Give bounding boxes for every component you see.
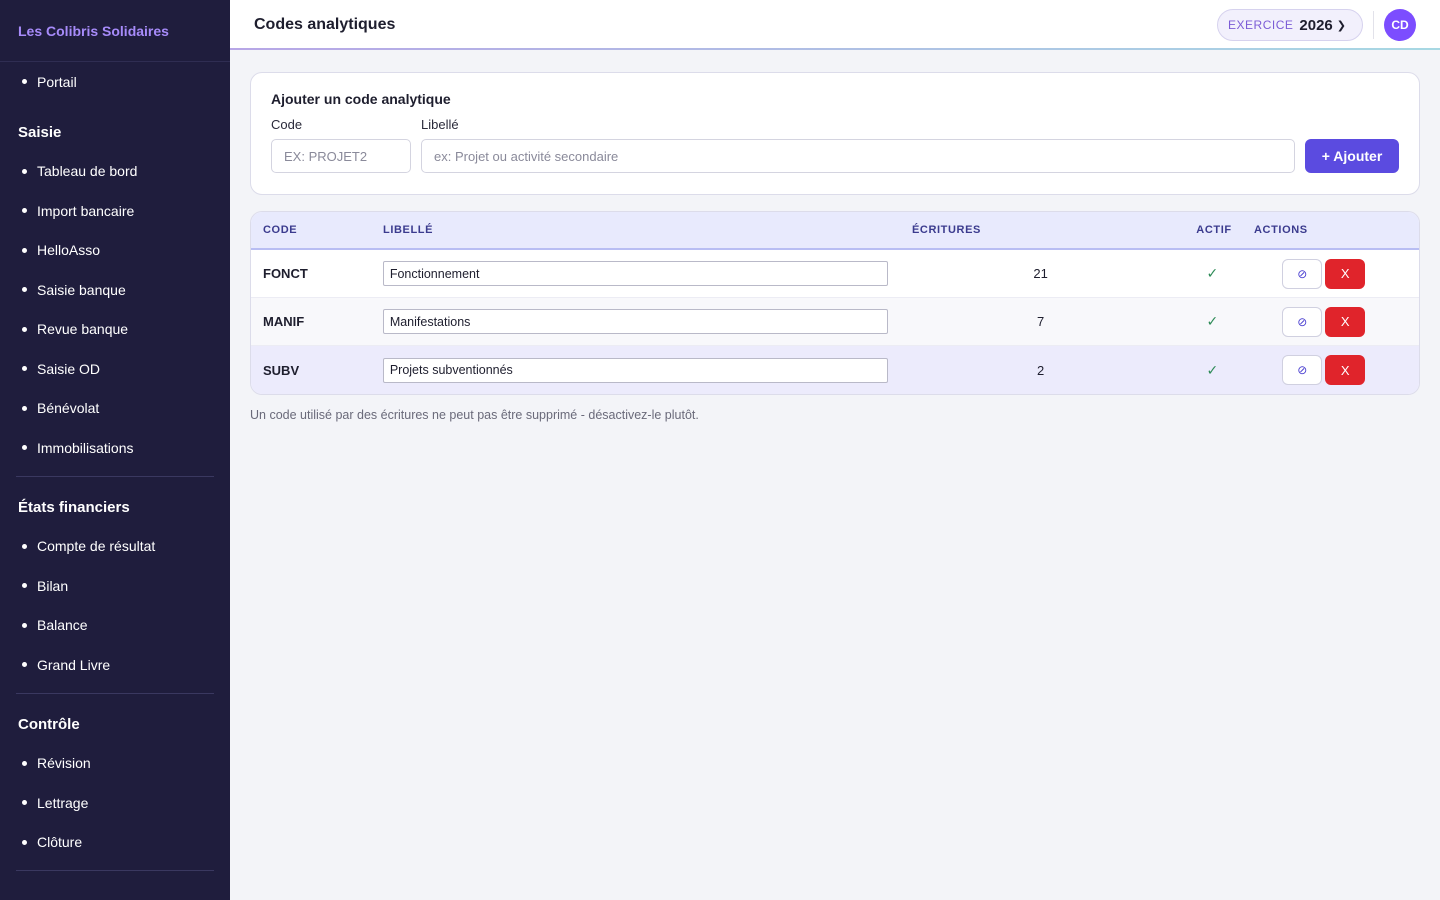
bullet-icon xyxy=(22,208,27,214)
sidebar-item-label: Révision xyxy=(37,755,91,772)
row-libelle-input[interactable] xyxy=(382,261,888,286)
row-ecritures: 7 xyxy=(1037,314,1045,329)
row-libelle-input[interactable] xyxy=(382,309,888,334)
sidebar-item-label: Immobilisations xyxy=(37,439,134,456)
header-gradient-line xyxy=(230,48,1440,50)
bullet-icon xyxy=(22,168,27,174)
avatar[interactable]: CD xyxy=(1384,9,1416,41)
codes-table: CODE LIBELLÉ ÉCRITURES ACTIF ACTIONS FON… xyxy=(250,211,1420,395)
sidebar-item-portail[interactable]: Portail xyxy=(0,62,230,102)
delete-button[interactable]: X xyxy=(1325,258,1366,289)
page-title: Codes analytiques xyxy=(254,16,396,33)
bullet-icon xyxy=(22,800,27,806)
row-ecritures: 21 xyxy=(1033,266,1048,281)
column-header-actif: ACTIF xyxy=(1196,224,1232,236)
section-title-controle: Contrôle xyxy=(18,716,80,733)
sidebar-item-balance[interactable]: Balance xyxy=(0,606,230,646)
sidebar-item-label: Tableau de bord xyxy=(37,163,138,180)
table-header: CODE LIBELLÉ ÉCRITURES ACTIF ACTIONS xyxy=(251,212,1419,250)
sidebar-item-lettrage[interactable]: Lettrage xyxy=(0,783,230,823)
sidebar-item-import-bancaire[interactable]: Import bancaire xyxy=(0,191,230,231)
sidebar-item-label: Compte de résultat xyxy=(37,538,156,555)
sidebar-item-label: Balance xyxy=(37,617,88,634)
add-code-title: Ajouter un code analytique xyxy=(271,91,451,107)
sidebar-item-label: Clôture xyxy=(37,834,83,851)
sidebar-item-label: Bilan xyxy=(37,577,69,594)
sidebar-item-grand-livre[interactable]: Grand Livre xyxy=(0,645,230,685)
delete-button[interactable]: X xyxy=(1325,355,1366,385)
table-row: SUBV 2 ✓ ⊘ X xyxy=(251,346,1419,394)
deactivate-button[interactable]: ⊘ xyxy=(1282,258,1323,289)
bullet-icon xyxy=(22,405,27,411)
bullet-icon xyxy=(22,326,27,332)
sidebar-item-revision[interactable]: Révision xyxy=(0,744,230,784)
add-code-card: Ajouter un code analytique Code Libellé … xyxy=(250,72,1420,195)
table-row: MANIF 7 ✓ ⊘ X xyxy=(251,298,1419,346)
deactivate-button[interactable]: ⊘ xyxy=(1282,355,1323,385)
sidebar-item-tableau-de-bord[interactable]: Tableau de bord xyxy=(0,152,230,192)
libelle-input[interactable] xyxy=(421,139,1295,173)
chevron-down-icon: ❯ xyxy=(1336,19,1346,32)
column-header-code: CODE xyxy=(263,224,298,236)
sidebar-item-label: Portail xyxy=(37,73,77,90)
bullet-icon xyxy=(22,662,27,668)
delete-hint: Un code utilisé par des écritures ne peu… xyxy=(250,408,699,422)
sidebar-item-label: Import bancaire xyxy=(37,202,135,219)
check-icon: ✓ xyxy=(1206,265,1219,281)
bullet-icon xyxy=(22,622,27,628)
column-header-actions: ACTIONS xyxy=(1254,224,1308,236)
bullet-icon xyxy=(22,247,27,253)
bullet-icon xyxy=(22,366,27,372)
sidebar-divider xyxy=(16,870,214,871)
exercice-label: EXERCICE xyxy=(1228,18,1294,32)
header-separator xyxy=(1373,11,1374,39)
bullet-icon xyxy=(22,79,27,85)
table-row: FONCT 21 ✓ ⊘ X xyxy=(251,250,1419,298)
sidebar-item-label: Revue banque xyxy=(37,321,129,338)
sidebar-item-saisie-od[interactable]: Saisie OD xyxy=(0,349,230,389)
sidebar-item-compte-de-resultat[interactable]: Compte de résultat xyxy=(0,527,230,567)
section-title-saisie: Saisie xyxy=(18,124,62,141)
sidebar-item-label: Lettrage xyxy=(37,794,89,811)
bullet-icon xyxy=(22,839,27,845)
sidebar-item-bilan[interactable]: Bilan xyxy=(0,566,230,606)
row-code: FONCT xyxy=(263,266,308,281)
sidebar-item-immobilisations[interactable]: Immobilisations xyxy=(0,428,230,468)
sidebar-item-benevolat[interactable]: Bénévolat xyxy=(0,389,230,429)
code-label: Code xyxy=(271,117,303,132)
row-code: SUBV xyxy=(263,362,300,378)
exercice-year: 2026 xyxy=(1299,16,1333,34)
check-icon: ✓ xyxy=(1206,313,1219,329)
sidebar-item-revue-banque[interactable]: Revue banque xyxy=(0,310,230,350)
column-header-ecritures: ÉCRITURES xyxy=(912,224,981,236)
sidebar-item-label: HelloAsso xyxy=(37,242,101,259)
add-button[interactable]: + Ajouter xyxy=(1305,139,1399,173)
bullet-icon xyxy=(22,583,27,589)
sidebar-item-saisie-banque[interactable]: Saisie banque xyxy=(0,270,230,310)
top-header: Codes analytiques EXERCICE 2026 ❯ CD xyxy=(230,0,1440,50)
deactivate-button[interactable]: ⊘ xyxy=(1282,306,1323,337)
row-ecritures: 2 xyxy=(1037,362,1045,378)
bullet-icon xyxy=(22,445,27,451)
sidebar-item-helloasso[interactable]: HelloAsso xyxy=(0,231,230,271)
check-icon: ✓ xyxy=(1206,361,1219,378)
sidebar-item-label: Bénévolat xyxy=(37,400,100,417)
delete-button[interactable]: X xyxy=(1325,306,1366,337)
sidebar-item-label: Saisie banque xyxy=(37,281,126,298)
row-libelle-input[interactable] xyxy=(382,357,888,383)
section-title-etats-financiers: États financiers xyxy=(18,499,130,516)
exercice-selector[interactable]: EXERCICE 2026 ❯ xyxy=(1217,9,1363,41)
libelle-label: Libellé xyxy=(421,117,459,132)
code-input[interactable] xyxy=(271,139,411,173)
sidebar-item-cloture[interactable]: Clôture xyxy=(0,823,230,863)
brand-name[interactable]: Les Colibris Solidaires xyxy=(0,0,230,62)
bullet-icon xyxy=(22,760,27,766)
row-code: MANIF xyxy=(263,314,305,329)
bullet-icon xyxy=(22,543,27,549)
column-header-libelle: LIBELLÉ xyxy=(383,224,434,236)
sidebar: Les Colibris Solidaires Portail Saisie T… xyxy=(0,0,230,900)
sidebar-item-label: Grand Livre xyxy=(37,656,111,673)
bullet-icon xyxy=(22,287,27,293)
sidebar-item-label: Saisie OD xyxy=(37,360,101,377)
